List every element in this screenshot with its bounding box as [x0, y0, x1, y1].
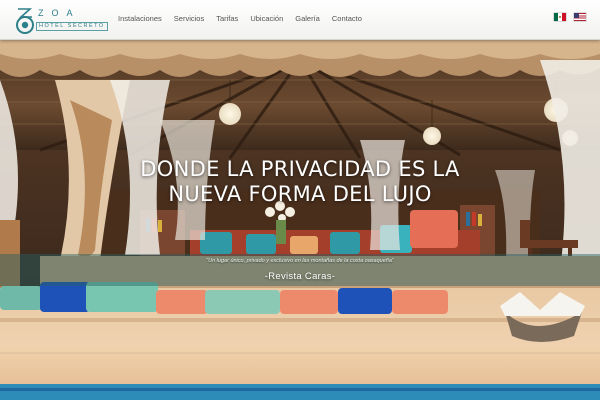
nav-item-contacto[interactable]: Contacto	[326, 13, 368, 25]
hero-headline: DONDE LA PRIVACIDAD ES LA NUEVA FORMA DE…	[0, 157, 600, 207]
brand-name: ZOA	[38, 8, 81, 18]
hero-banner: DONDE LA PRIVACIDAD ES LA NUEVA FORMA DE…	[0, 40, 600, 400]
nav-item-servicios[interactable]: Servicios	[168, 13, 210, 25]
language-switcher	[554, 13, 586, 21]
testimonial-quote: "Un lugar único, privado y exclusivo en …	[206, 258, 394, 264]
zoa-logo-icon	[16, 8, 34, 34]
usa-flag-icon[interactable]	[574, 13, 586, 21]
top-navbar: ZOA HOTEL SECRETO Instalaciones Servicio…	[0, 0, 600, 40]
nav-item-ubicacion[interactable]: Ubicación	[244, 13, 289, 25]
hero-headline-line-1: DONDE LA PRIVACIDAD ES LA	[140, 157, 460, 181]
brand-logo[interactable]: ZOA HOTEL SECRETO	[14, 5, 108, 35]
main-menu: Instalaciones Servicios Tarifas Ubicació…	[112, 13, 368, 25]
brand-tagline: HOTEL SECRETO	[36, 22, 108, 31]
nav-item-tarifas[interactable]: Tarifas	[210, 13, 244, 25]
nav-item-instalaciones[interactable]: Instalaciones	[112, 13, 168, 25]
hero-background-image	[0, 40, 600, 400]
nav-item-galeria[interactable]: Galería	[289, 13, 326, 25]
mexico-flag-icon[interactable]	[554, 13, 566, 21]
testimonial-attribution: -Revista Caras-	[264, 271, 336, 282]
hero-headline-line-2: NUEVA FORMA DEL LUJO	[168, 182, 432, 206]
